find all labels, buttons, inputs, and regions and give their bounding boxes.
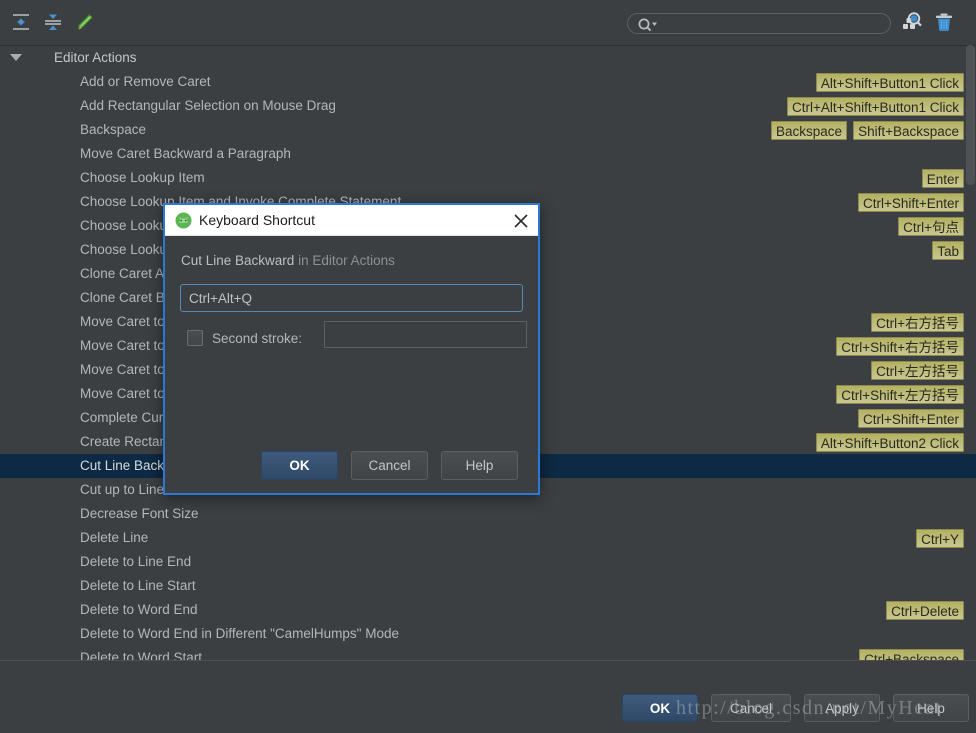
tree-action-row[interactable]: Choose Lookup Item Enter	[0, 166, 976, 190]
search-input[interactable]	[662, 15, 884, 32]
shortcut-badge-group: Ctrl+句点	[898, 214, 964, 238]
android-studio-icon	[175, 212, 192, 229]
shortcut-badge: Ctrl+Alt+Shift+Button1 Click	[787, 96, 964, 116]
tree-action-label: Backspace	[80, 122, 147, 137]
shortcut-badge: Ctrl+Shift+Enter	[857, 192, 964, 212]
tree-action-row[interactable]: Add or Remove Caret Alt+Shift+Button1 Cli…	[0, 70, 976, 94]
tree-action-label: Move Caret Backward a Paragraph	[80, 146, 291, 161]
tree-group-label: Editor Actions	[54, 50, 137, 65]
tree-action-row[interactable]: Backspace Backspace Shift+Backspace	[0, 118, 976, 142]
shortcut-badge-group: Ctrl+左方括号	[871, 358, 964, 382]
tree-action-label: Delete to Word Start	[80, 650, 203, 660]
tree-action-row[interactable]: Delete to Line End	[0, 550, 976, 574]
shortcut-badge: Ctrl+Shift+右方括号	[836, 336, 964, 356]
shortcut-badge: Ctrl+右方括号	[871, 312, 964, 332]
shortcut-badge-group: Enter	[921, 166, 964, 190]
dialog-subtitle: Cut Line Backward in Editor Actions	[181, 253, 395, 268]
second-stroke-row[interactable]: Second stroke:	[187, 325, 302, 351]
tree-action-row[interactable]: Add Rectangular Selection on Mouse Drag C…	[0, 94, 976, 118]
shortcut-badge-group: Backspace Shift+Backspace	[771, 118, 964, 142]
shortcut-badge-group: Ctrl+Alt+Shift+Button1 Click	[787, 94, 964, 118]
shortcut-badge-group: Ctrl+Shift+Enter	[857, 406, 964, 430]
shortcut-badge-group: Ctrl+Delete	[886, 598, 964, 622]
dialog-ok-button[interactable]: OK	[261, 451, 338, 480]
tree-action-label: Delete to Word End	[80, 602, 198, 617]
shortcut-badge: Ctrl+Shift+Enter	[857, 408, 964, 428]
shortcut-badge: Ctrl+Shift+左方括号	[836, 384, 964, 404]
find-by-shortcut-icon[interactable]	[900, 10, 924, 34]
shortcut-badge: Enter	[921, 168, 964, 188]
tree-action-label: Delete Line	[80, 530, 149, 545]
expand-all-icon[interactable]	[8, 9, 34, 35]
dialog-help-button[interactable]: Help	[441, 451, 518, 480]
shortcut-badge-group: Ctrl+Y	[916, 526, 964, 550]
dialog-cancel-button[interactable]: Cancel	[351, 451, 428, 480]
shortcut-badge: Backspace	[771, 120, 848, 140]
tree-action-label: Delete to Line Start	[80, 578, 196, 593]
search-box[interactable]	[627, 13, 891, 34]
tree-action-row[interactable]: Delete to Word Start Ctrl+Backspace	[0, 646, 976, 660]
pencil-edit-icon[interactable]	[72, 9, 98, 35]
keyboard-shortcut-dialog: Keyboard Shortcut Cut Line Backward in E…	[163, 203, 540, 495]
main-apply-button[interactable]: Apply	[804, 694, 880, 722]
collapse-all-icon[interactable]	[40, 9, 66, 35]
shortcut-badge-group: Tab	[932, 238, 964, 262]
main-cancel-button[interactable]: Cancel	[711, 694, 791, 722]
tree-action-label: Delete to Line End	[80, 554, 192, 569]
dialog-body: Cut Line Backward in Editor Actions Seco…	[165, 236, 538, 493]
main-ok-button[interactable]: OK	[622, 694, 698, 722]
shortcut-badge: Alt+Shift+Button2 Click	[815, 432, 964, 452]
scrollbar-thumb[interactable]	[966, 45, 975, 185]
shortcut-badge-group: Ctrl+Shift+右方括号	[836, 334, 964, 358]
tree-action-row[interactable]: Decrease Font Size	[0, 502, 976, 526]
vertical-scrollbar[interactable]	[965, 45, 976, 660]
tree-action-label: Decrease Font Size	[80, 506, 199, 521]
shortcut-badge: Shift+Backspace	[853, 120, 964, 140]
shortcut-badge: Ctrl+Delete	[886, 600, 964, 620]
tree-action-row[interactable]: Move Caret Backward a Paragraph	[0, 142, 976, 166]
shortcut-badge: Alt+Shift+Button1 Click	[815, 72, 964, 92]
shortcut-badge: Ctrl+句点	[898, 216, 964, 236]
tree-action-label: Add Rectangular Selection on Mouse Drag	[80, 98, 336, 113]
dialog-title: Keyboard Shortcut	[199, 212, 315, 228]
second-stroke-checkbox[interactable]	[187, 330, 203, 346]
shortcut-badge: Ctrl+Backspace	[859, 648, 964, 660]
second-stroke-input[interactable]	[324, 321, 527, 348]
shortcut-badge: Ctrl+Y	[916, 528, 964, 548]
shortcut-badge: Tab	[932, 240, 964, 260]
shortcut-badge-group: Ctrl+右方括号	[871, 310, 964, 334]
keymap-settings-window: Editor Actions Add or Remove Caret Alt+Sh…	[0, 0, 976, 733]
shortcut-badge-group: Ctrl+Shift+Enter	[857, 190, 964, 214]
tree-action-row[interactable]: Delete to Word End Ctrl+Delete	[0, 598, 976, 622]
dialog-title-bar: Keyboard Shortcut	[165, 205, 538, 236]
close-icon[interactable]	[510, 210, 532, 232]
second-stroke-label: Second stroke:	[212, 330, 303, 346]
tree-action-row[interactable]: Delete to Line Start	[0, 574, 976, 598]
shortcut-badge-group: Alt+Shift+Button2 Click	[815, 430, 964, 454]
shortcut-badge-group: Ctrl+Shift+左方括号	[836, 382, 964, 406]
shortcut-badge-group: Alt+Shift+Button1 Click	[815, 70, 964, 94]
tree-action-label: Add or Remove Caret	[80, 74, 211, 89]
first-stroke-input[interactable]	[180, 284, 523, 312]
dialog-action-context: in Editor Actions	[298, 253, 395, 268]
trash-delete-icon[interactable]	[932, 10, 956, 34]
toolbar	[0, 0, 976, 45]
shortcut-badge: Ctrl+左方括号	[871, 360, 964, 380]
shortcut-badge-group: Ctrl+Backspace	[859, 646, 964, 660]
tree-action-row[interactable]: Delete to Word End in Different "CamelHu…	[0, 622, 976, 646]
tree-action-label: Delete to Word End in Different "CamelHu…	[80, 626, 399, 641]
tree-action-label: Choose Lookup Item	[80, 170, 205, 185]
main-help-button[interactable]: Help	[893, 694, 969, 722]
tree-action-row[interactable]: Delete Line Ctrl+Y	[0, 526, 976, 550]
search-icon	[638, 18, 657, 32]
dialog-action-name: Cut Line Backward	[181, 253, 295, 268]
tree-group-row[interactable]: Editor Actions	[0, 46, 976, 70]
